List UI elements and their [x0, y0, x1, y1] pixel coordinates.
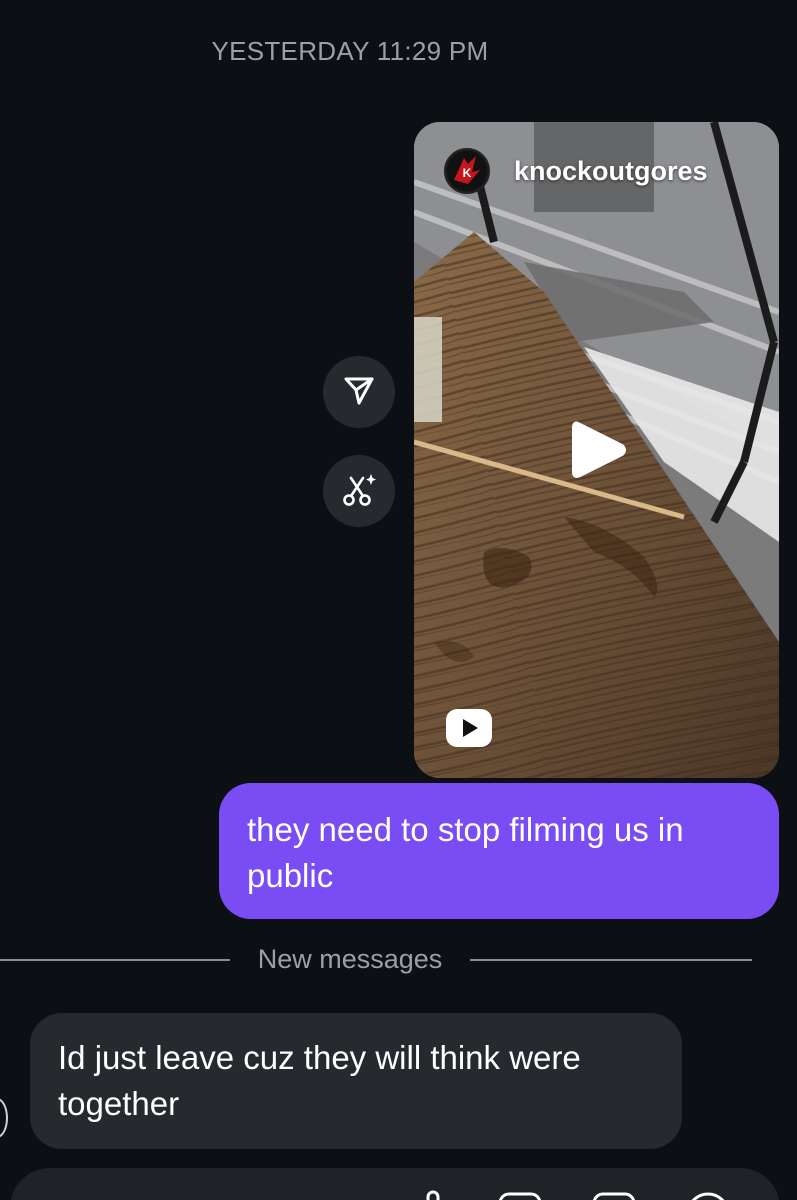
reel-header[interactable]: K knockoutgores: [444, 148, 708, 194]
share-button[interactable]: [323, 356, 395, 428]
svg-text:K: K: [463, 166, 472, 180]
incoming-message-text: Id just leave cuz they will think were t…: [58, 1039, 581, 1122]
message-timestamp: YESTERDAY 11:29 PM: [211, 36, 489, 66]
incoming-message-bubble[interactable]: Id just leave cuz they will think were t…: [30, 1013, 682, 1149]
sender-avatar[interactable]: [0, 1098, 8, 1138]
reels-badge-icon: [444, 707, 494, 749]
shared-reel-card[interactable]: K knockoutgores: [414, 122, 779, 778]
reel-username[interactable]: knockoutgores: [514, 156, 708, 187]
microphone-icon[interactable]: [420, 1190, 446, 1200]
scissors-sparkle-icon: [340, 470, 378, 513]
send-icon: [342, 373, 376, 412]
message-composer[interactable]: [10, 1168, 780, 1200]
dm-thread: YESTERDAY 11:29 PM K knockoutgores they …: [0, 0, 797, 1200]
add-icon[interactable]: [686, 1190, 732, 1200]
outgoing-message-text: they need to stop filming us in public: [247, 811, 684, 894]
remix-button[interactable]: [323, 455, 395, 527]
new-messages-label: New messages: [257, 944, 443, 974]
outgoing-message-bubble[interactable]: they need to stop filming us in public: [219, 783, 779, 919]
knockout-logo-icon[interactable]: K: [444, 148, 490, 194]
divider-line-left: [0, 959, 230, 961]
play-icon[interactable]: [564, 418, 628, 482]
new-messages-divider: New messages: [0, 940, 797, 980]
divider-line-right: [470, 959, 752, 961]
sticker-icon[interactable]: [592, 1190, 638, 1200]
gallery-icon[interactable]: [498, 1190, 544, 1200]
